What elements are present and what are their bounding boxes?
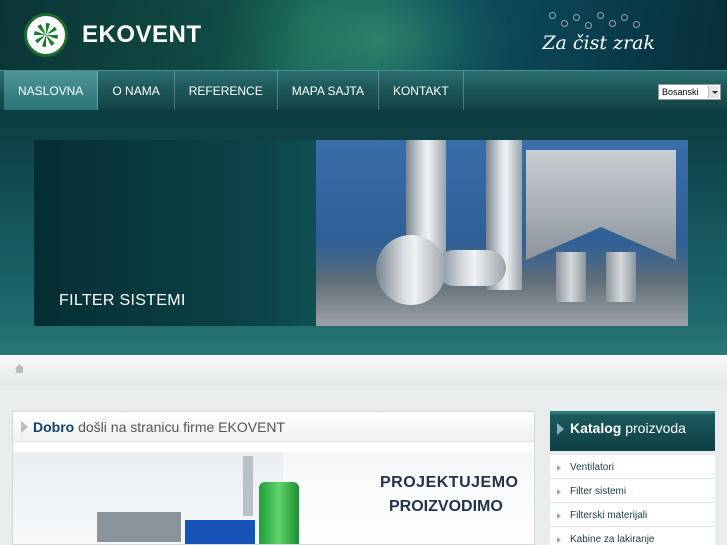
nav-item-o-nama[interactable]: O NAMA xyxy=(98,71,175,110)
catalog-title-bold: Katalog xyxy=(570,420,622,436)
filter-system-photo xyxy=(316,140,688,326)
catalog-item-ventilatori[interactable]: Ventilatori xyxy=(550,455,715,479)
catalog-item-kabine-za-lakiranje[interactable]: Kabine za lakiranje xyxy=(550,527,715,545)
page-title: Dobro došli na stranicu firme EKOVENT xyxy=(13,412,534,442)
catalog-sidebar: Katalog proizvoda Ventilatori Filter sis… xyxy=(550,411,715,545)
language-select[interactable]: Bosanski xyxy=(658,84,721,100)
banner-caption: FILTER SISTEMI xyxy=(59,292,186,309)
tagline: Za čist zrak xyxy=(542,32,655,54)
nav-item-kontakt[interactable]: KONTAKT xyxy=(379,71,464,110)
logo[interactable]: EKOVENT xyxy=(24,13,202,57)
main-nav: NASLOVNA O NAMA REFERENCE MAPA SAJTA KON… xyxy=(0,70,727,110)
hero-subline: PROIZVODIMO xyxy=(389,498,503,515)
title-rest: došli na stranicu firme EKOVENT xyxy=(74,419,286,435)
site-header: EKOVENT Za čist zrak xyxy=(0,0,727,70)
bubbles-decoration xyxy=(545,12,645,32)
equipment-illustration xyxy=(13,452,299,544)
hero-headline: PROJEKTUJEMO xyxy=(380,474,519,491)
header-decoration xyxy=(250,0,510,70)
breadcrumb xyxy=(0,355,727,385)
nav-item-reference[interactable]: REFERENCE xyxy=(175,71,278,110)
catalog-heading: Katalog proizvoda xyxy=(550,411,715,451)
welcome-panel: Dobro došli na stranicu firme EKOVENT PR… xyxy=(12,411,535,545)
nav-item-naslovna[interactable]: NASLOVNA xyxy=(4,71,99,110)
catalog-item-filterski-materijali[interactable]: Filterski materijali xyxy=(550,503,715,527)
nav-item-mapa-sajta[interactable]: MAPA SAJTA xyxy=(278,71,379,110)
home-icon[interactable] xyxy=(14,363,25,374)
brand-name: EKOVENT xyxy=(82,21,202,48)
catalog-title-rest: proizvoda xyxy=(621,420,686,436)
chevron-down-icon xyxy=(708,86,719,98)
fan-logo-icon xyxy=(24,13,68,57)
catalog-item-filter-sistemi[interactable]: Filter sistemi xyxy=(550,479,715,503)
title-bold: Dobro xyxy=(33,419,75,435)
language-value: Bosanski xyxy=(662,87,699,97)
